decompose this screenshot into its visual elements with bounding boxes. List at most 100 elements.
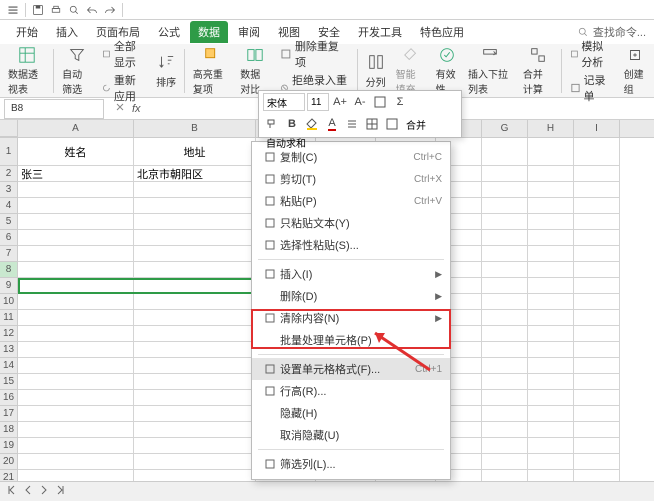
format-icon[interactable] bbox=[383, 115, 401, 133]
filter-button[interactable]: 自动筛选 bbox=[58, 46, 96, 96]
cell[interactable] bbox=[18, 198, 134, 214]
cell[interactable] bbox=[134, 438, 256, 454]
cell[interactable]: 地址 bbox=[134, 138, 256, 166]
remove-dup-button[interactable]: 删除重复项 bbox=[280, 38, 349, 70]
select-all-corner[interactable] bbox=[0, 120, 18, 137]
col-I[interactable]: I bbox=[574, 120, 620, 137]
reapply-button[interactable]: 重新应用 bbox=[102, 72, 146, 104]
row-header[interactable]: 18 bbox=[0, 422, 18, 438]
cell[interactable] bbox=[134, 390, 256, 406]
dropdown-button[interactable]: 插入下拉列表 bbox=[464, 46, 517, 96]
cell[interactable] bbox=[482, 138, 528, 166]
merge-button[interactable]: 合并 bbox=[403, 117, 429, 132]
cell[interactable] bbox=[18, 326, 134, 342]
cell[interactable] bbox=[574, 406, 620, 422]
cell[interactable] bbox=[482, 406, 528, 422]
cell[interactable] bbox=[574, 214, 620, 230]
smart-fill-button[interactable]: 智能填充 bbox=[392, 46, 430, 96]
cell[interactable] bbox=[574, 438, 620, 454]
cell[interactable] bbox=[528, 138, 574, 166]
cell[interactable] bbox=[18, 406, 134, 422]
save-icon[interactable] bbox=[29, 1, 47, 19]
cell[interactable] bbox=[482, 278, 528, 294]
cell[interactable] bbox=[482, 390, 528, 406]
cell[interactable] bbox=[482, 358, 528, 374]
row-header[interactable]: 3 bbox=[0, 182, 18, 198]
cell[interactable] bbox=[18, 454, 134, 470]
cell[interactable] bbox=[482, 182, 528, 198]
tab-start[interactable]: 开始 bbox=[8, 21, 46, 43]
highlight-dup-button[interactable]: 高亮重复项 bbox=[189, 46, 234, 96]
fx-icon[interactable]: fx bbox=[132, 103, 141, 115]
cell[interactable] bbox=[574, 294, 620, 310]
cell[interactable] bbox=[482, 166, 528, 182]
cell[interactable] bbox=[482, 342, 528, 358]
cell[interactable] bbox=[134, 278, 256, 294]
decrease-font-icon[interactable]: A- bbox=[351, 93, 369, 111]
cell[interactable] bbox=[574, 326, 620, 342]
row-header[interactable]: 19 bbox=[0, 438, 18, 454]
cell[interactable] bbox=[18, 230, 134, 246]
whatif-button[interactable]: 模拟分析 bbox=[570, 38, 614, 70]
cell[interactable] bbox=[528, 294, 574, 310]
col-H[interactable]: H bbox=[528, 120, 574, 137]
menu-item[interactable]: 插入(I)▶ bbox=[252, 263, 450, 285]
cell[interactable] bbox=[528, 262, 574, 278]
cell[interactable] bbox=[574, 262, 620, 278]
pivot-table-button[interactable]: 数据透视表 bbox=[4, 46, 49, 96]
cell[interactable]: 姓名 bbox=[18, 138, 134, 166]
cell[interactable] bbox=[528, 358, 574, 374]
cell[interactable] bbox=[574, 390, 620, 406]
col-B[interactable]: B bbox=[134, 120, 256, 137]
row-header[interactable]: 15 bbox=[0, 374, 18, 390]
cell[interactable] bbox=[134, 246, 256, 262]
tab-dev[interactable]: 开发工具 bbox=[350, 21, 410, 43]
row-header[interactable]: 16 bbox=[0, 390, 18, 406]
show-all-button[interactable]: 全部显示 bbox=[102, 38, 146, 70]
cell[interactable] bbox=[528, 310, 574, 326]
cell[interactable] bbox=[134, 198, 256, 214]
menu-icon[interactable] bbox=[4, 1, 22, 19]
autosum-button[interactable]: 自动求和 bbox=[263, 135, 309, 150]
cell[interactable] bbox=[18, 342, 134, 358]
row-header[interactable]: 7 bbox=[0, 246, 18, 262]
cell[interactable] bbox=[134, 358, 256, 374]
tab-data[interactable]: 数据 bbox=[190, 21, 228, 43]
cell[interactable] bbox=[134, 262, 256, 278]
grid-icon[interactable] bbox=[363, 115, 381, 133]
cell[interactable] bbox=[482, 438, 528, 454]
cell[interactable] bbox=[134, 182, 256, 198]
cell[interactable] bbox=[482, 230, 528, 246]
font-name-input[interactable] bbox=[263, 93, 305, 111]
cell[interactable] bbox=[528, 438, 574, 454]
name-box[interactable]: B8 bbox=[4, 99, 104, 119]
cell[interactable] bbox=[18, 390, 134, 406]
cell[interactable] bbox=[18, 374, 134, 390]
row-header[interactable]: 1 bbox=[0, 138, 18, 166]
cell[interactable] bbox=[528, 214, 574, 230]
print-icon[interactable] bbox=[47, 1, 65, 19]
cell[interactable] bbox=[482, 246, 528, 262]
redo-icon[interactable] bbox=[101, 1, 119, 19]
row-header[interactable]: 17 bbox=[0, 406, 18, 422]
cell[interactable] bbox=[18, 262, 134, 278]
cell[interactable] bbox=[528, 166, 574, 182]
increase-font-icon[interactable]: A+ bbox=[331, 93, 349, 111]
cell[interactable] bbox=[482, 374, 528, 390]
cell[interactable] bbox=[528, 390, 574, 406]
sheet-nav-first-icon[interactable] bbox=[6, 484, 18, 499]
format-painter-icon[interactable] bbox=[263, 115, 281, 133]
record-button[interactable]: 记录单 bbox=[570, 72, 614, 104]
cell[interactable] bbox=[134, 454, 256, 470]
cell[interactable] bbox=[18, 422, 134, 438]
cell[interactable] bbox=[528, 342, 574, 358]
cell[interactable] bbox=[574, 358, 620, 374]
cell[interactable] bbox=[482, 470, 528, 481]
menu-item[interactable]: 只粘贴文本(Y) bbox=[252, 212, 450, 234]
cell[interactable] bbox=[134, 406, 256, 422]
row-header[interactable]: 10 bbox=[0, 294, 18, 310]
cell[interactable] bbox=[18, 214, 134, 230]
row-header[interactable]: 6 bbox=[0, 230, 18, 246]
cell[interactable] bbox=[134, 342, 256, 358]
menu-item[interactable]: 选择性粘贴(S)... bbox=[252, 234, 450, 256]
